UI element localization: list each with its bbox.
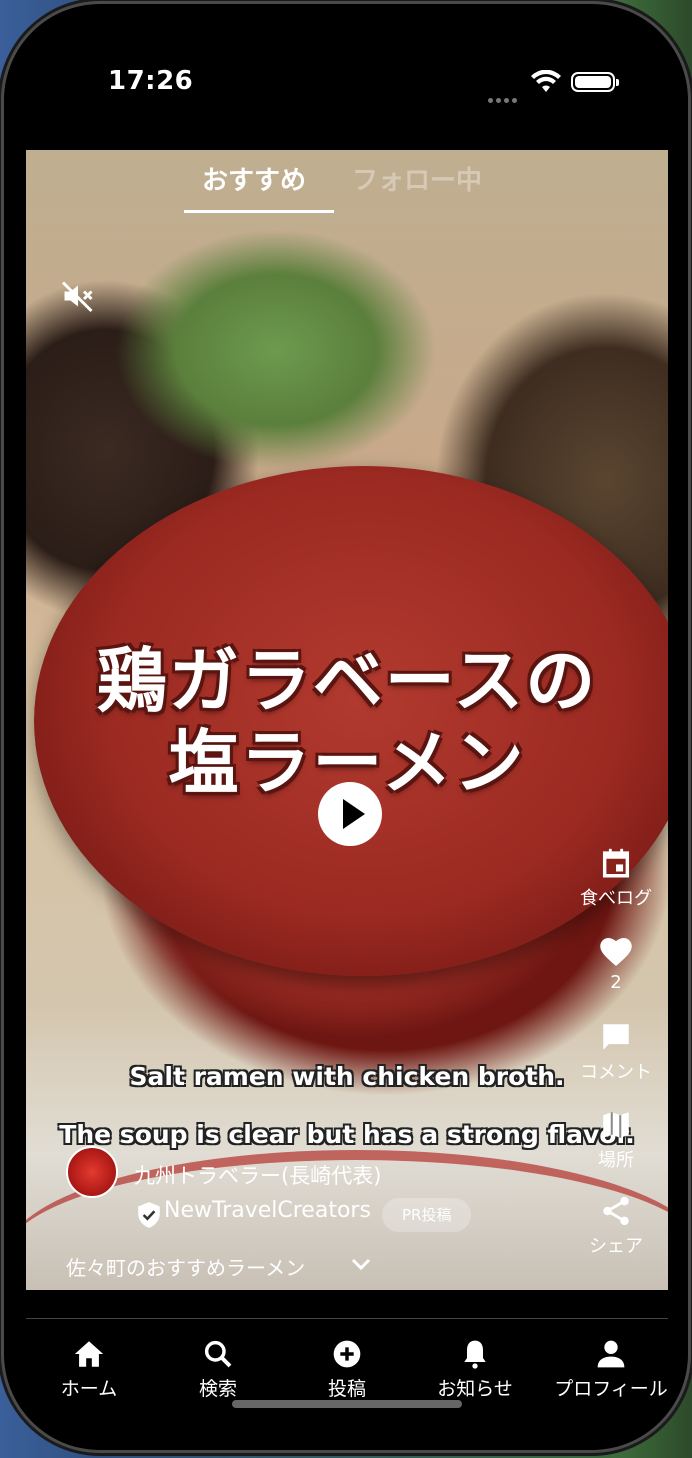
verified-shield-icon — [138, 1202, 160, 1228]
phone-frame: 17:26 おすすめ フォロー中 鶏ガラベースの 塩ラーメン Salt rame… — [4, 4, 688, 1450]
nav-profile-label: プロフィール — [554, 1378, 668, 1400]
nav-home-label: ホーム — [60, 1378, 118, 1400]
comment-label: コメント — [580, 1062, 652, 1083]
nav-search[interactable]: 検索 — [158, 1338, 278, 1401]
mute-icon[interactable] — [60, 278, 96, 314]
chevron-down-icon[interactable] — [350, 1256, 372, 1272]
map-icon — [603, 1112, 629, 1138]
tabelog-button[interactable]: 食べログ — [566, 846, 666, 910]
like-count: 2 — [610, 972, 622, 993]
wifi-icon — [531, 70, 561, 92]
tab-recommended[interactable]: おすすめ — [202, 160, 306, 197]
home-icon — [74, 1341, 104, 1367]
play-button[interactable] — [318, 782, 382, 846]
calendar-icon — [602, 848, 630, 878]
add-circle-icon — [333, 1340, 361, 1368]
status-time: 17:26 — [108, 66, 194, 96]
share-label: シェア — [589, 1236, 643, 1257]
pr-badge: PR投稿 — [382, 1198, 472, 1232]
playlist-title[interactable]: 佐々町のおすすめラーメン — [66, 1252, 305, 1281]
nav-notifications[interactable]: お知らせ — [415, 1338, 535, 1401]
share-icon — [603, 1196, 629, 1226]
signal-icon — [488, 88, 520, 107]
overlay-title-line1: 鶏ガラベースの — [96, 640, 598, 722]
comment-icon — [603, 1024, 629, 1050]
feed-tabs: おすすめ フォロー中 — [26, 150, 668, 220]
nav-home[interactable]: ホーム — [29, 1338, 149, 1401]
nav-divider — [26, 1318, 668, 1319]
nav-notifications-label: お知らせ — [437, 1378, 513, 1400]
share-button[interactable]: シェア — [566, 1194, 666, 1258]
nav-post[interactable]: 投稿 — [287, 1338, 407, 1401]
comment-button[interactable]: コメント — [566, 1020, 666, 1084]
place-label: 場所 — [598, 1150, 634, 1171]
nav-profile[interactable]: プロフィール — [544, 1338, 678, 1401]
organization-name[interactable]: NewTravelCreators — [164, 1198, 371, 1223]
battery-icon — [571, 72, 619, 92]
nav-search-label: 検索 — [198, 1378, 237, 1400]
tab-underline — [184, 210, 334, 213]
tab-following[interactable]: フォロー中 — [352, 160, 482, 197]
place-button[interactable]: 場所 — [566, 1108, 666, 1172]
person-icon — [597, 1340, 625, 1368]
home-indicator — [232, 1400, 462, 1408]
avatar[interactable] — [66, 1146, 118, 1198]
search-icon — [204, 1340, 232, 1368]
bell-icon — [464, 1340, 486, 1369]
like-button[interactable]: 2 — [566, 934, 666, 993]
nav-post-label: 投稿 — [327, 1378, 366, 1400]
heart-icon — [600, 937, 632, 966]
author-name[interactable]: 九州トラベラー(長崎代表) — [134, 1160, 381, 1190]
tabelog-label: 食べログ — [580, 888, 652, 909]
video-player[interactable]: おすすめ フォロー中 鶏ガラベースの 塩ラーメン Salt ramen with… — [26, 150, 668, 1290]
